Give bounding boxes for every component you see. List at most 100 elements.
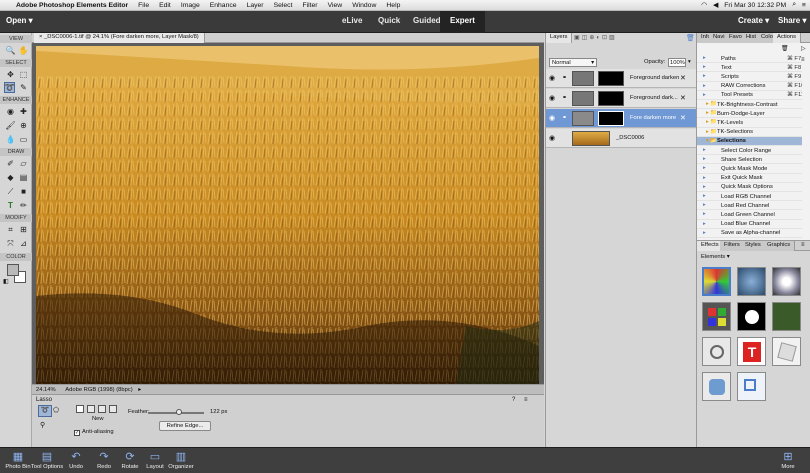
layer-name[interactable]: Foreground dark... (630, 95, 678, 101)
mode-guided[interactable]: Guided (413, 16, 441, 25)
play-action-icon[interactable]: ▷ (801, 45, 806, 52)
polygonal-lasso-icon[interactable]: ⬠ (53, 406, 59, 414)
effect-tile[interactable] (737, 302, 766, 331)
menu-image[interactable]: Image (181, 2, 200, 9)
add-selection-icon[interactable] (87, 405, 95, 413)
action-item[interactable]: ▸ Share Selection (697, 155, 802, 165)
layer-name[interactable]: Foreground darken (630, 75, 679, 81)
effect-tile[interactable] (772, 302, 801, 331)
effect-tile[interactable] (737, 372, 766, 401)
layer-mask-thumbnail[interactable] (598, 91, 624, 106)
sponge-tool-icon[interactable]: ▭ (18, 134, 29, 145)
volume-icon[interactable]: ◀ (713, 1, 718, 9)
trash-icon[interactable]: 🗑 (686, 34, 695, 42)
open-button[interactable]: Open ▾ (6, 16, 33, 25)
action-item[interactable]: ▸ RAW Corrections ⌘ F10 (697, 82, 802, 91)
blur-tool-icon[interactable]: 💧 (5, 134, 16, 145)
effect-tile[interactable] (702, 372, 731, 401)
layer-actions-icons[interactable]: ▣◫⊕◐⊡▨ (574, 34, 617, 41)
brush-tool-icon[interactable]: ✐ (5, 158, 16, 169)
blend-mode-select[interactable]: Normal ▾ (549, 58, 597, 67)
layers-tab[interactable]: Layers (546, 33, 573, 43)
feather-slider-thumb[interactable] (175, 409, 182, 415)
search-icon[interactable]: ⌕ (792, 1, 796, 9)
layer-name[interactable]: _DSC0006 (616, 135, 644, 141)
more-button[interactable]: ⊞ More (768, 450, 808, 470)
zoom-tool-icon[interactable]: 🔍 (5, 45, 16, 56)
paint-bucket-tool-icon[interactable]: ◆ (5, 172, 16, 183)
quick-select-tool-icon[interactable]: ✎ (18, 82, 29, 93)
move-tool-icon[interactable]: ✥ (5, 69, 16, 80)
eye-visibility-icon[interactable]: ◉ (549, 134, 555, 142)
shape-tool-icon[interactable]: ■ (18, 186, 29, 197)
straighten-tool-icon[interactable]: ⊿ (18, 238, 29, 249)
link-icon[interactable]: ⚭ (562, 74, 567, 81)
action-item[interactable]: ▸ Load Red Channel (697, 201, 802, 211)
action-folder[interactable]: ▸ 📁 TK-Selections (697, 128, 802, 137)
document-tab[interactable]: × _DSC0006-1.tif @ 24.1% (Fore darken mo… (34, 33, 205, 43)
feather-value[interactable]: 122 px (210, 409, 227, 415)
menu-file[interactable]: File (138, 2, 149, 9)
effects-menu-icon[interactable]: ≡ (801, 242, 805, 248)
subtract-selection-icon[interactable] (98, 405, 106, 413)
action-item[interactable]: ▸ Select Color Range (697, 146, 802, 156)
menu-select[interactable]: Select (274, 2, 293, 9)
effects-category-select[interactable]: Elements ▾ (701, 254, 730, 260)
menu-edit[interactable]: Edit (159, 2, 171, 9)
crop-tool-icon[interactable]: ⌗ (5, 224, 16, 235)
action-item[interactable]: ▸ Text ⌘ F8 (697, 63, 802, 73)
action-item[interactable]: ▸ Save as Alpha-channel (697, 229, 802, 238)
gradient-tool-icon[interactable]: ▤ (18, 172, 29, 183)
layer-row[interactable]: ◉ ⚭ Foreground darken ✕ (546, 69, 697, 88)
mode-elive[interactable]: eLive (342, 16, 362, 25)
organizer-button[interactable]: ▥ Organizer (163, 450, 199, 470)
layer-fx-icon[interactable]: ✕ (680, 114, 686, 122)
layer-mask-thumbnail[interactable] (598, 71, 624, 86)
eye-tool-icon[interactable]: ◉ (5, 106, 16, 117)
app-menu[interactable]: Adobe Photoshop Elements Editor (16, 2, 128, 9)
delete-action-icon[interactable]: 🗑 (781, 45, 789, 52)
action-item[interactable]: ▸ Tool Presets ⌘ F11 (697, 91, 802, 100)
menu-filter[interactable]: Filter (302, 2, 317, 9)
effect-tile[interactable] (702, 267, 731, 296)
effect-tile[interactable] (772, 267, 801, 296)
menu-help[interactable]: Help (386, 2, 400, 9)
action-item[interactable]: ▸ Load RGB Channel (697, 192, 802, 202)
status-menu-icon[interactable]: ▸ (138, 387, 141, 393)
effect-tile[interactable] (772, 337, 801, 366)
opacity-input[interactable]: 100% (668, 58, 686, 67)
actions-menu-icon[interactable]: ≡ (801, 57, 805, 63)
pencil-tool-icon[interactable]: ✏ (18, 200, 29, 211)
action-item[interactable]: ▸ Scripts ⌘ F9 (697, 72, 802, 82)
content-move-tool-icon[interactable]: ⤧ (5, 238, 16, 249)
wifi-icon[interactable]: ◠ (701, 1, 707, 9)
type-tool-icon[interactable]: T (5, 200, 16, 211)
menu-window[interactable]: Window (352, 2, 376, 9)
action-folder[interactable]: ▸ 📁 TK-Brightness-Contrast (697, 100, 802, 110)
mode-quick[interactable]: Quick (378, 16, 400, 25)
action-item[interactable]: ▸ Exit Quick Mask (697, 174, 802, 183)
eye-visibility-icon[interactable]: ◉ (549, 94, 555, 102)
new-selection-icon[interactable] (76, 405, 84, 413)
default-colors-icon[interactable]: ◧ (3, 278, 9, 285)
smart-brush-tool-icon[interactable]: 🖌 (5, 120, 16, 131)
layer-fx-icon[interactable]: ✕ (680, 74, 686, 82)
clone-stamp-tool-icon[interactable]: ⊕ (18, 120, 29, 131)
action-list[interactable]: ▸ Paths ⌘ F7 ▸ Text ⌘ F8 ▸ Scripts ⌘ F9 ▸ RAW Corr… (697, 54, 802, 240)
eye-visibility-icon[interactable]: ◉ (549, 74, 555, 82)
spot-heal-tool-icon[interactable]: ✚ (18, 106, 29, 117)
layer-row-selected[interactable]: ◉ ⚭ Fore darken more ✕ (546, 109, 697, 128)
hand-tool-icon[interactable]: ✋ (18, 45, 29, 56)
lasso-tool-icon[interactable]: ➰ (4, 82, 15, 93)
mode-expert[interactable]: Expert (440, 11, 485, 33)
action-item[interactable]: ▸ Quick Mask Options (697, 183, 802, 192)
layer-mask-thumbnail[interactable] (598, 111, 624, 126)
layer-row[interactable]: ◉ _DSC0006 (546, 129, 697, 148)
recompose-tool-icon[interactable]: ⊞ (18, 224, 29, 235)
effect-tile[interactable] (737, 267, 766, 296)
clock[interactable]: Fri Mar 30 12:32 PM (724, 2, 786, 9)
menu-enhance[interactable]: Enhance (210, 2, 237, 9)
antialias-checkbox[interactable]: ✓ (74, 430, 80, 436)
intersect-selection-icon[interactable] (109, 405, 117, 413)
layer-row[interactable]: ◉ ⚭ Foreground dark... ✕ (546, 89, 697, 108)
